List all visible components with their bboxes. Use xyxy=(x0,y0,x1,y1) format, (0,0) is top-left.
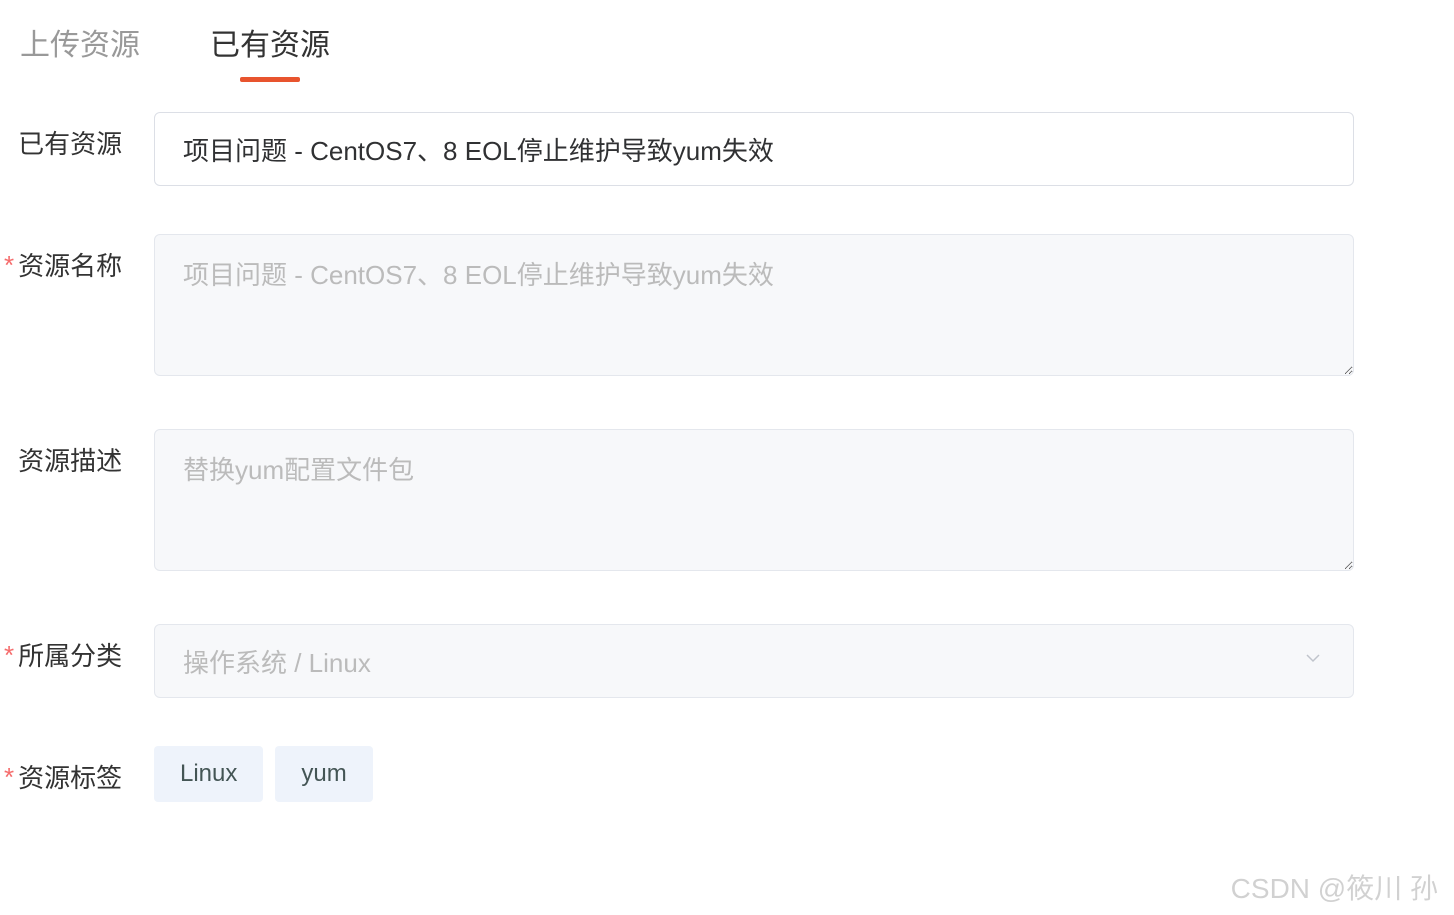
row-existing-resource: * 已有资源 xyxy=(0,112,1454,186)
row-resource-description: * 资源描述 xyxy=(0,429,1454,576)
row-resource-name: * 资源名称 xyxy=(0,234,1454,381)
label-existing-resource: 已有资源 xyxy=(18,124,122,161)
required-marker: * xyxy=(4,642,14,668)
label-wrap: * 已有资源 xyxy=(4,112,154,161)
label-wrap: * 资源名称 xyxy=(4,234,154,283)
tags-container: Linux yum xyxy=(154,746,1354,802)
category-value: 操作系统 / Linux xyxy=(183,643,371,680)
tab-bar: 上传资源 已有资源 xyxy=(0,0,1454,82)
required-marker: * xyxy=(4,252,14,278)
tag-item[interactable]: Linux xyxy=(154,746,263,802)
row-tags: * 资源标签 Linux yum xyxy=(0,746,1454,802)
tab-upload-resource[interactable]: 上传资源 xyxy=(20,20,140,82)
existing-resource-input[interactable] xyxy=(154,112,1354,186)
label-tags: 资源标签 xyxy=(18,758,122,795)
row-category: * 所属分类 操作系统 / Linux xyxy=(0,624,1454,698)
label-wrap: * 所属分类 xyxy=(4,624,154,673)
watermark: CSDN @筱川 孙 xyxy=(1231,867,1438,907)
tab-existing-resource[interactable]: 已有资源 xyxy=(210,20,330,82)
resource-form: * 已有资源 * 资源名称 * 资源描述 * 所属分类 操作系 xyxy=(0,82,1454,802)
label-wrap: * 资源标签 xyxy=(4,746,154,795)
category-select[interactable]: 操作系统 / Linux xyxy=(154,624,1354,698)
required-marker: * xyxy=(4,764,14,790)
label-resource-description: 资源描述 xyxy=(18,441,122,478)
resource-name-textarea[interactable] xyxy=(154,234,1354,376)
label-resource-name: 资源名称 xyxy=(18,246,122,283)
chevron-down-icon xyxy=(1301,646,1325,676)
tag-item[interactable]: yum xyxy=(275,746,372,802)
label-category: 所属分类 xyxy=(18,636,122,673)
label-wrap: * 资源描述 xyxy=(4,429,154,478)
resource-description-textarea[interactable] xyxy=(154,429,1354,571)
